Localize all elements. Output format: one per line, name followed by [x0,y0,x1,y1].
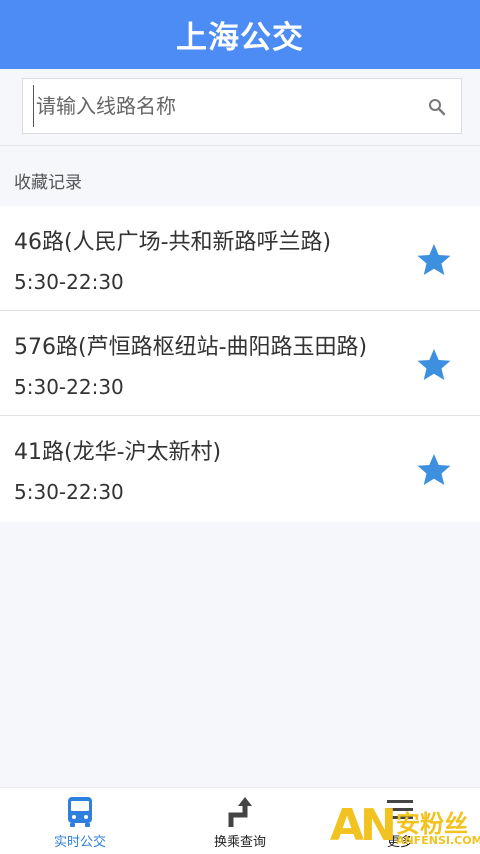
app-header: 上海公交 [0,0,480,69]
search-input[interactable] [33,85,418,127]
nav-item-transfer[interactable]: 换乘查询 [180,788,300,854]
transfer-icon [228,797,252,827]
search-box[interactable] [22,78,462,134]
route-name: 576路(芦恒路枢纽站-曲阳路玉田路) [14,335,368,360]
route-time: 5:30-22:30 [14,270,124,294]
page-title: 上海公交 [176,20,304,56]
watermark-an: AN [330,800,397,851]
watermark-logo: AN 安粉丝 ANFENSI.COM [330,798,480,853]
nav-label: 实时公交 [53,835,106,850]
route-time: 5:30-22:30 [14,375,124,399]
route-name: 46路(人民广场-共和新路呼兰路) [14,230,332,255]
route-name: 41路(龙华-沪太新村) [14,440,222,465]
search-bar [0,69,480,146]
route-time: 5:30-22:30 [14,480,124,504]
nav-item-realtime-bus[interactable]: 实时公交 [20,788,140,854]
star-icon[interactable] [416,452,452,488]
favorites-section-title: 收藏记录 [14,173,82,193]
watermark-en: ANFENSI.COM [396,834,480,847]
bus-icon [68,797,92,827]
favorites-list: 46路(人民广场-共和新路呼兰路) 5:30-22:30 576路(芦恒路枢纽站… [0,206,480,522]
nav-label: 换乘查询 [213,835,266,850]
list-item[interactable]: 46路(人民广场-共和新路呼兰路) 5:30-22:30 [0,206,480,311]
search-icon[interactable] [427,97,447,117]
star-icon[interactable] [416,242,452,278]
list-item[interactable]: 576路(芦恒路枢纽站-曲阳路玉田路) 5:30-22:30 [0,311,480,416]
list-item[interactable]: 41路(龙华-沪太新村) 5:30-22:30 [0,416,480,522]
star-icon[interactable] [416,347,452,383]
